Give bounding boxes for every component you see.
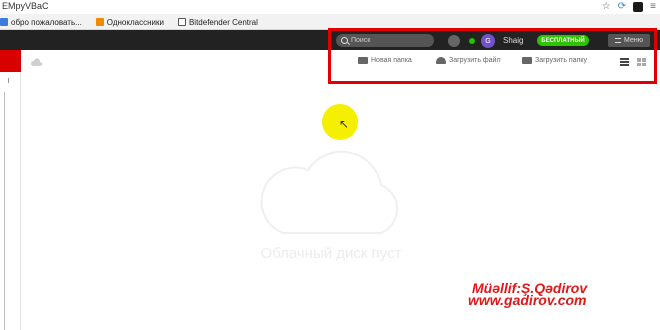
cloud-drive-icon[interactable] bbox=[30, 58, 42, 66]
highlight-annotation-box bbox=[328, 28, 657, 84]
sidebar-logo-strip[interactable] bbox=[0, 50, 21, 72]
browser-toolbar-icons: ☆ ⟳ ≡ bbox=[602, 1, 656, 13]
watermark-url: www.gadirov.com bbox=[468, 292, 587, 308]
left-sidebar bbox=[0, 72, 21, 330]
bitdefender-shield-icon[interactable] bbox=[633, 2, 644, 12]
bookmark-label: Одноклассники bbox=[106, 17, 164, 27]
address-bar[interactable]: EMpyVBaC ☆ ⟳ ≡ bbox=[0, 0, 660, 14]
empty-state-message: Облачный диск пуст bbox=[260, 245, 402, 262]
bookmark-odnoklassniki[interactable]: Одноклассники bbox=[95, 17, 164, 27]
sidebar-tick bbox=[8, 78, 9, 83]
empty-cloud-icon bbox=[260, 150, 398, 234]
bookmark-label: Bitdefender Central bbox=[188, 17, 258, 27]
refresh-icon[interactable]: ⟳ bbox=[618, 1, 626, 13]
bookmark-welcome[interactable]: обро пожаловать... bbox=[0, 18, 82, 27]
bookmark-bitdefender[interactable]: Bitdefender Central bbox=[177, 17, 258, 27]
bookmark-icon bbox=[0, 18, 8, 26]
url-text[interactable]: EMpyVBaC bbox=[2, 1, 49, 11]
sidebar-divider bbox=[4, 92, 5, 330]
page-icon bbox=[177, 18, 186, 26]
menu-icon[interactable]: ≡ bbox=[650, 1, 656, 13]
odnoklassniki-icon bbox=[95, 18, 104, 26]
browser-chrome: EMpyVBaC ☆ ⟳ ≡ обро пожаловать... Однокл… bbox=[0, 0, 660, 30]
bookmark-label: обро пожаловать... bbox=[11, 17, 82, 27]
star-icon[interactable]: ☆ bbox=[602, 1, 611, 13]
mouse-cursor-icon: ↖ bbox=[339, 117, 350, 131]
